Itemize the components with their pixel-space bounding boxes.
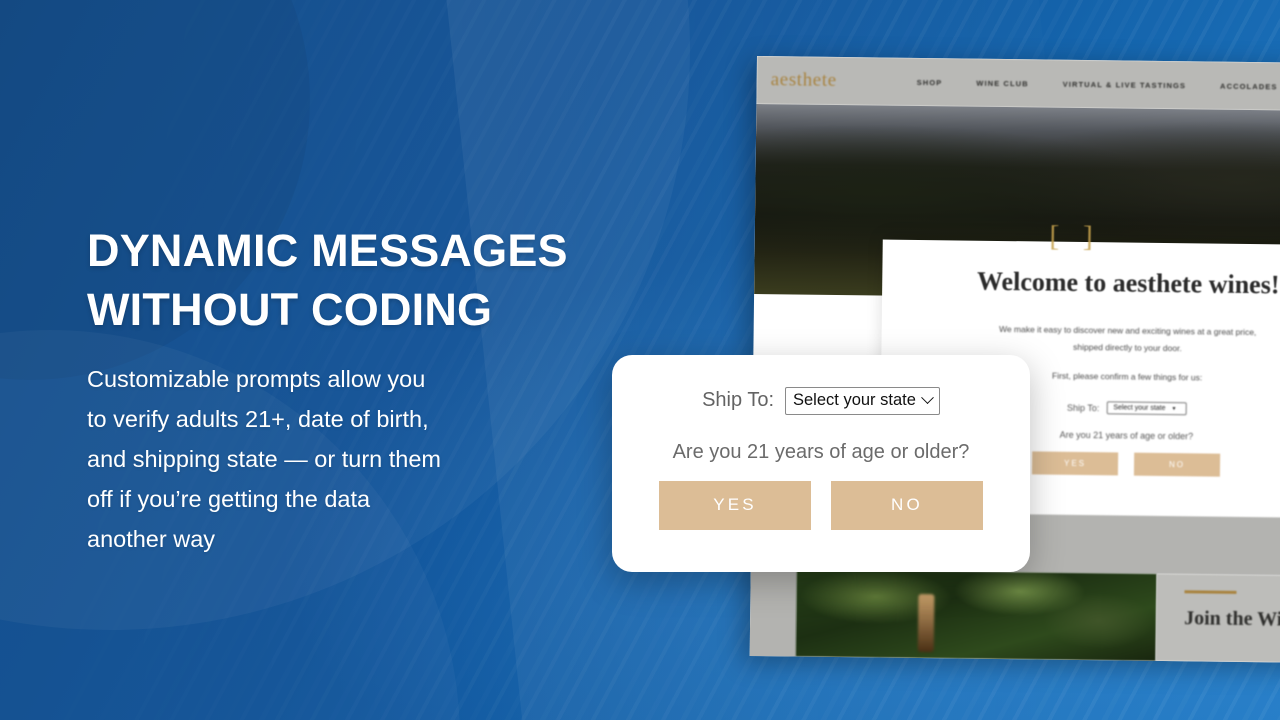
- subcopy-line-4: off if you’re getting the data: [87, 486, 371, 512]
- mockup-lower-section: Join the Wine Club: [749, 568, 1280, 664]
- slide-background: DYNAMIC MESSAGES WITHOUT CODING Customiz…: [0, 0, 1280, 720]
- marketing-copy: DYNAMIC MESSAGES WITHOUT CODING Customiz…: [87, 222, 647, 559]
- mockup-navbar: aesthete SHOP WINE CLUB VIRTUAL & LIVE T…: [756, 56, 1280, 112]
- subcopy-line-5: another way: [87, 526, 216, 552]
- mockup-join-title: Join the Wine Club: [1184, 607, 1280, 631]
- no-button[interactable]: NO: [831, 480, 983, 530]
- subcopy-line-3: and shipping state — or turn them: [87, 446, 442, 472]
- mockup-state-select[interactable]: Select your state ▾: [1106, 401, 1187, 416]
- mockup-nav-item-tastings[interactable]: VIRTUAL & LIVE TASTINGS: [1063, 79, 1186, 90]
- mockup-logo[interactable]: aesthete: [771, 69, 837, 92]
- mockup-nav-item-wine-club[interactable]: WINE CLUB: [976, 78, 1029, 88]
- mockup-ship-to-label: Ship To:: [1066, 402, 1100, 413]
- mockup-gold-rule: [1184, 590, 1237, 594]
- mockup-panel-body: We make it easy to discover new and exci…: [881, 320, 1280, 360]
- mockup-state-select-value: Select your state: [1113, 404, 1166, 413]
- age-gate-callout-card: Ship To: Select your state Are you 21 ye…: [612, 355, 1030, 572]
- page-title: DYNAMIC MESSAGES WITHOUT CODING: [87, 222, 647, 339]
- subcopy-line-2: to verify adults 21+, date of birth,: [87, 406, 429, 432]
- mockup-lower-gutter: [749, 568, 797, 657]
- age-verification-question: Are you 21 years of age or older?: [672, 440, 970, 463]
- state-select[interactable]: Select your state: [785, 387, 940, 415]
- yes-button[interactable]: YES: [659, 480, 811, 530]
- state-select-value: Select your state: [793, 391, 916, 409]
- mockup-nav-item-accolades[interactable]: ACCOLADES: [1220, 81, 1278, 91]
- subheading-text: Customizable prompts allow you to verify…: [87, 359, 647, 559]
- subcopy-line-1: Customizable prompts allow you: [87, 366, 426, 392]
- chevron-down-icon: [921, 391, 934, 404]
- mockup-join-block: Join the Wine Club: [1155, 573, 1280, 664]
- mockup-yes-button[interactable]: YES: [1031, 451, 1119, 476]
- mockup-hero-bracket-graphic: [ ]: [1049, 219, 1102, 254]
- ship-to-label: Ship To:: [702, 389, 774, 412]
- mockup-nav-links: SHOP WINE CLUB VIRTUAL & LIVE TASTINGS A…: [917, 77, 1280, 91]
- headline-line-2: WITHOUT CODING: [87, 283, 493, 335]
- age-verification-buttons: YES NO: [659, 480, 983, 530]
- mockup-no-button[interactable]: NO: [1133, 452, 1221, 477]
- mockup-panel-title: Welcome to aesthete wines!: [976, 266, 1280, 300]
- mockup-wine-bottle-photo: [795, 569, 1157, 661]
- chevron-down-icon: ▾: [1172, 406, 1176, 413]
- ship-to-row: Ship To: Select your state: [702, 387, 940, 415]
- mockup-nav-item-shop[interactable]: SHOP: [917, 77, 943, 86]
- headline-line-1: DYNAMIC MESSAGES: [87, 225, 568, 276]
